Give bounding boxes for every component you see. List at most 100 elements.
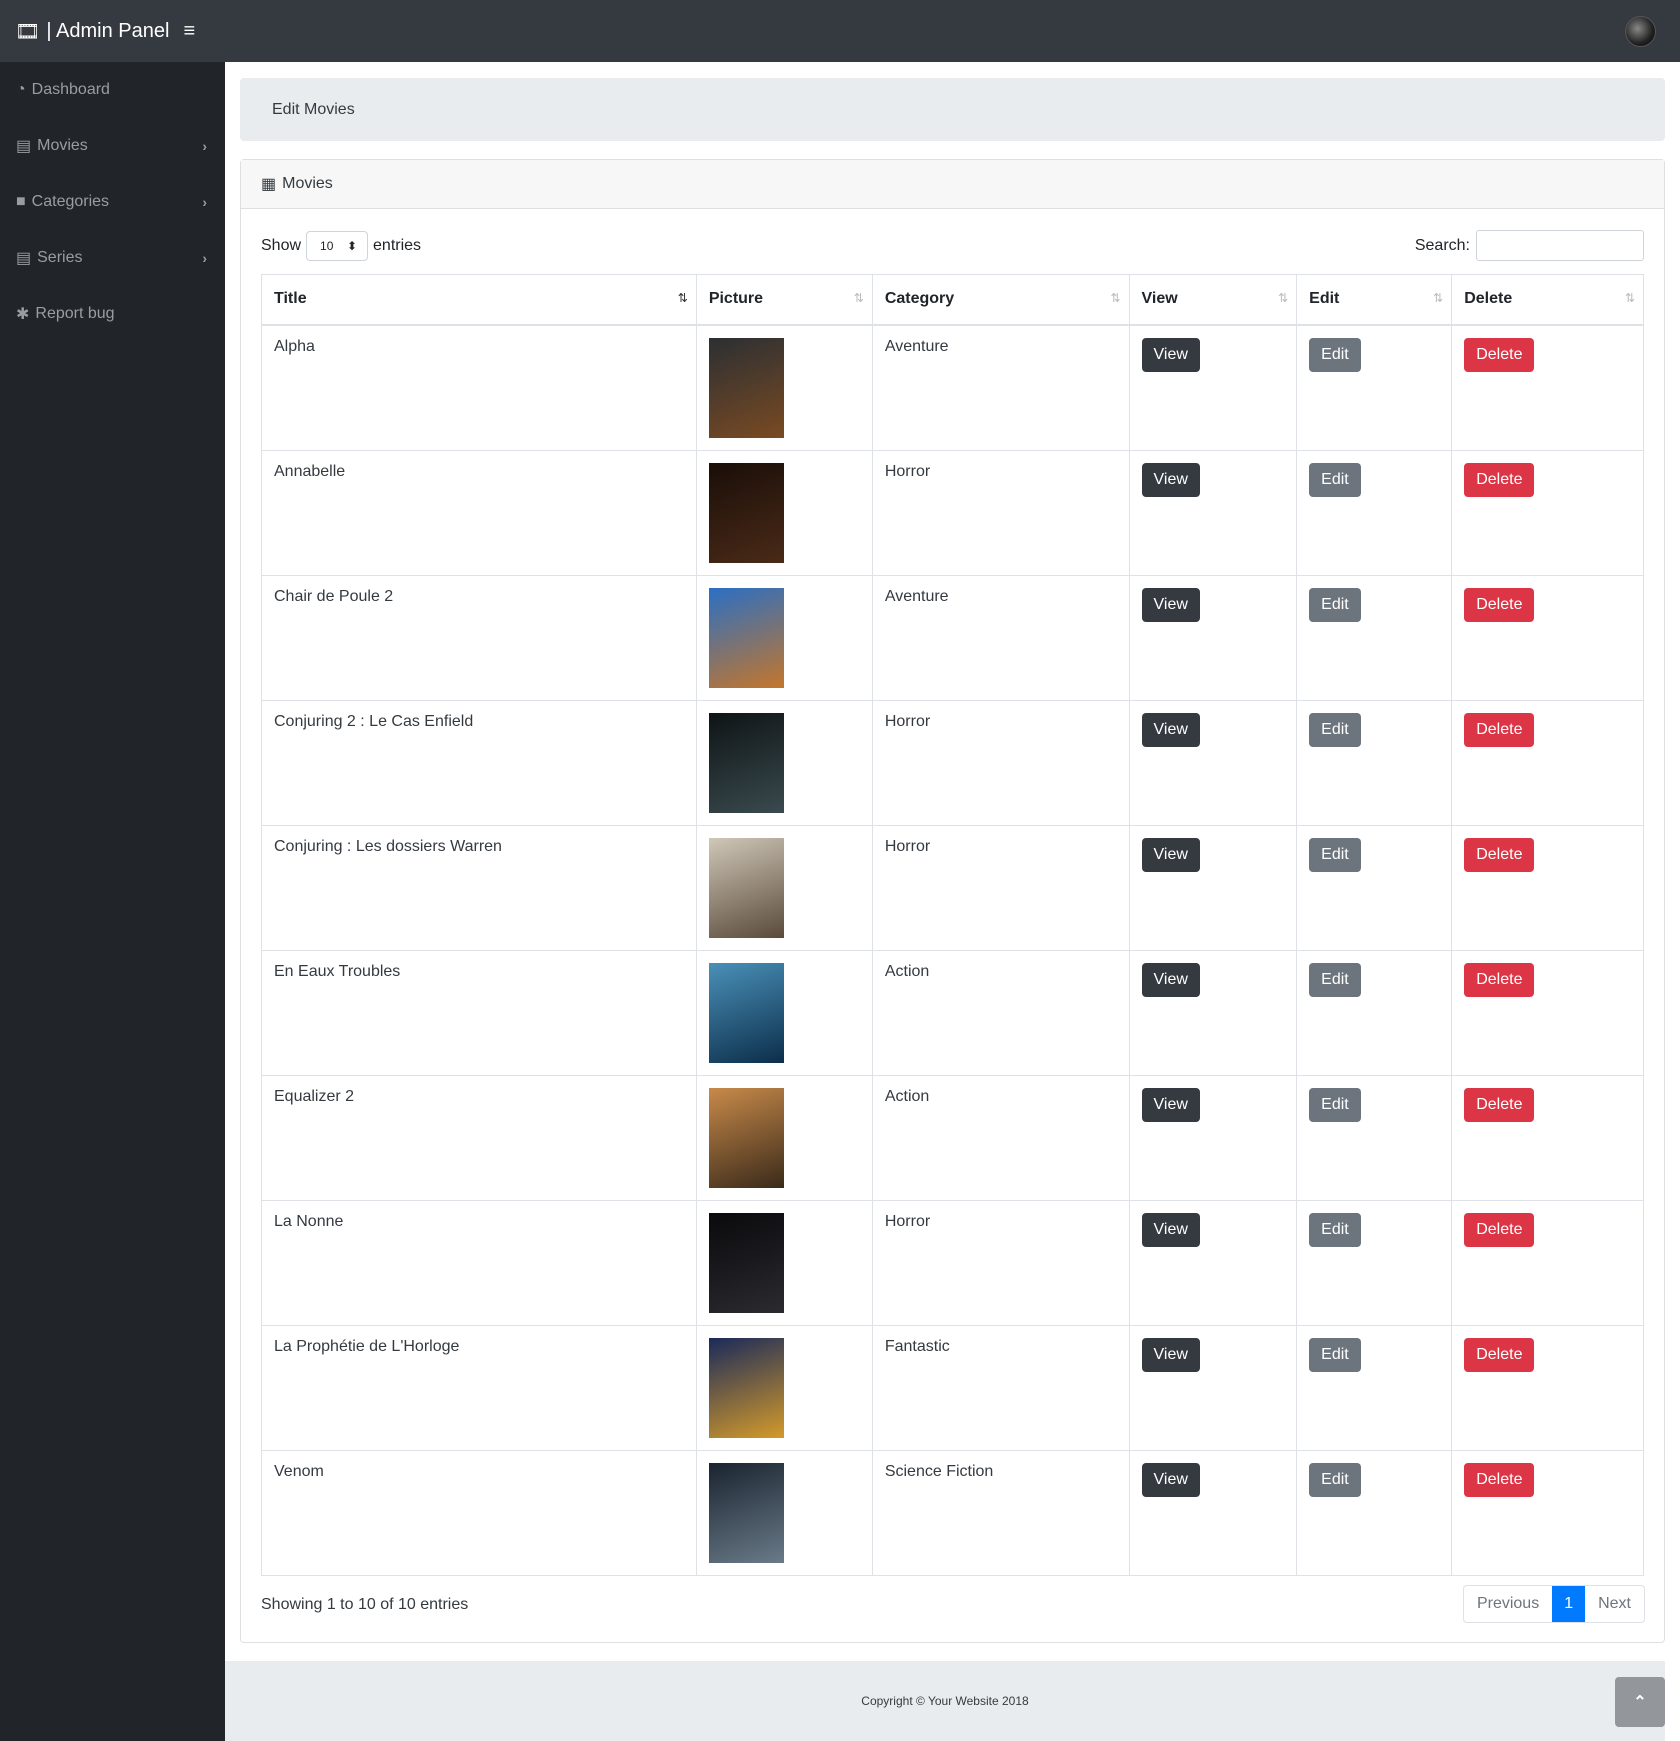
edit-button[interactable]: Edit [1309,962,1361,997]
edit-cell: Edit [1296,1074,1453,1201]
view-button[interactable]: View [1141,1212,1200,1247]
picture-cell [695,324,873,451]
table-row: La Prophétie de L'Horloge Fantastic View… [261,1324,1644,1451]
chevron-right-icon: › [202,194,207,210]
edit-cell: Edit [1296,324,1453,451]
chevron-right-icon: › [202,138,207,154]
delete-button[interactable]: Delete [1464,587,1535,622]
category-cell: Horror [871,1199,1130,1326]
view-button[interactable]: View [1141,1087,1200,1122]
sort-icon: ⬍ [346,238,358,253]
delete-button[interactable]: Delete [1464,1462,1535,1497]
search-label: Search: [1414,236,1470,254]
delete-button[interactable]: Delete [1464,1212,1535,1247]
view-cell: View [1128,1324,1298,1451]
sort-icon: ⇅ [1433,291,1444,305]
sidebar-item-dashboard[interactable]: ◔ Dashboard [0,62,225,118]
edit-button[interactable]: Edit [1309,1337,1361,1372]
edit-button[interactable]: Edit [1309,462,1361,497]
movie-poster [708,1462,784,1563]
delete-cell: Delete [1451,824,1644,951]
delete-button[interactable]: Delete [1464,1337,1535,1372]
edit-button[interactable]: Edit [1309,1087,1361,1122]
table-row: En Eaux Troubles Action View Edit Delete [261,949,1644,1076]
column-label: Delete [1464,290,1513,308]
edit-button[interactable]: Edit [1309,587,1361,622]
edit-button[interactable]: Edit [1309,1212,1361,1247]
sidebar-item-movies[interactable]: ▤ Movies › [0,118,225,174]
edit-cell: Edit [1296,574,1453,701]
view-button[interactable]: View [1141,1337,1200,1372]
column-label: Picture [708,290,764,308]
scroll-to-top-button[interactable]: ⌃ [1615,1677,1665,1727]
column-header-picture[interactable]: Picture ⇅ [695,274,873,326]
movie-title: Equalizer 2 [274,1087,355,1105]
view-cell: View [1128,824,1298,951]
sidebar-item-categories[interactable]: ■ Categories › [0,174,225,230]
sidebar-item-report-bug[interactable]: ✱ Report bug [0,286,225,342]
category-cell: Action [871,1074,1130,1201]
delete-button[interactable]: Delete [1464,462,1535,497]
delete-cell: Delete [1451,574,1644,701]
sidebar-item-series[interactable]: ▤ Series › [0,230,225,286]
next-button[interactable]: Next [1585,1586,1644,1622]
movie-title: Venom [274,1462,324,1480]
card-title: Movies [282,175,333,192]
table-row: Alpha Aventure View Edit Delete [261,324,1644,451]
column-label: Category [884,290,955,308]
page-1-button[interactable]: 1 [1552,1586,1586,1622]
sort-icon: ⇅ [1624,291,1635,305]
delete-button[interactable]: Delete [1464,712,1535,747]
entries-select[interactable]: 10 ⬍ [306,230,369,261]
entries-length: Show 10 ⬍ entries [261,230,421,261]
table-row: La Nonne Horror View Edit Delete [261,1199,1644,1326]
edit-button[interactable]: Edit [1309,1462,1361,1497]
delete-button[interactable]: Delete [1464,837,1535,872]
title-cell: La Nonne [261,1199,697,1326]
movie-category: Aventure [884,587,949,605]
search-input[interactable] [1476,230,1644,261]
table-icon: ▦ [261,176,277,193]
view-cell: View [1128,1074,1298,1201]
title-cell: La Prophétie de L'Horloge [261,1324,697,1451]
column-label: View [1141,290,1178,308]
delete-button[interactable]: Delete [1464,1087,1535,1122]
edit-button[interactable]: Edit [1309,337,1361,372]
view-button[interactable]: View [1141,1462,1200,1497]
brand[interactable]: 🎞 | Admin Panel [15,19,169,44]
view-button[interactable]: View [1141,337,1200,372]
movie-category: Aventure [884,337,949,355]
previous-button[interactable]: Previous [1464,1586,1552,1622]
view-button[interactable]: View [1141,837,1200,872]
delete-button[interactable]: Delete [1464,962,1535,997]
table-row: Conjuring : Les dossiers Warren Horror V… [261,824,1644,951]
title-cell: Alpha [261,324,697,451]
edit-button[interactable]: Edit [1309,712,1361,747]
category-cell: Aventure [871,574,1130,701]
picture-cell [695,1074,873,1201]
view-button[interactable]: View [1141,462,1200,497]
delete-cell: Delete [1451,1449,1644,1576]
column-header-edit[interactable]: Edit ⇅ [1296,274,1453,326]
column-header-category[interactable]: Category ⇅ [871,274,1130,326]
view-cell: View [1128,449,1298,576]
column-header-title[interactable]: Title ⇅ [261,274,697,326]
top-navbar: 🎞 | Admin Panel ≡ [0,0,1680,62]
column-header-delete[interactable]: Delete ⇅ [1451,274,1644,326]
menu-toggle-icon[interactable]: ≡ [183,20,195,43]
category-cell: Science Fiction [871,1449,1130,1576]
view-button[interactable]: View [1141,962,1200,997]
view-cell: View [1128,699,1298,826]
delete-button[interactable]: Delete [1464,337,1535,372]
view-button[interactable]: View [1141,712,1200,747]
user-avatar[interactable] [1625,16,1656,47]
movie-category: Horror [884,712,931,730]
sidebar-item-label: Categories [31,193,110,210]
edit-cell: Edit [1296,949,1453,1076]
chevron-right-icon: › [202,250,207,266]
column-header-view[interactable]: View ⇅ [1128,274,1298,326]
edit-button[interactable]: Edit [1309,837,1361,872]
brand-title: | Admin Panel [46,19,170,42]
column-label: Title [274,290,307,308]
view-button[interactable]: View [1141,587,1200,622]
